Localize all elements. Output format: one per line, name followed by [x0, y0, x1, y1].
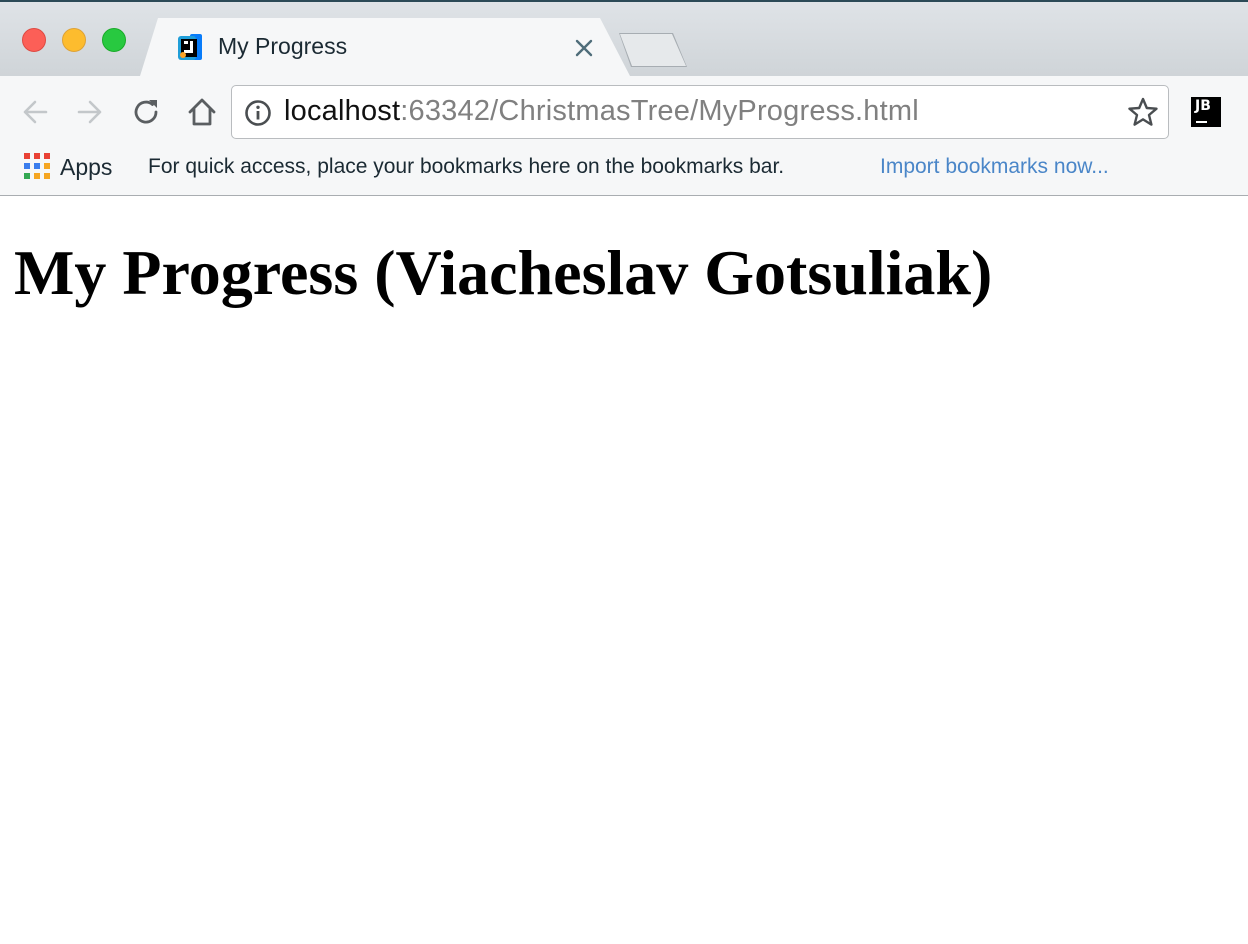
jb-underline [1196, 121, 1207, 123]
apps-shortcut[interactable]: Apps [60, 154, 112, 181]
jb-label: JB [1195, 98, 1211, 114]
import-bookmarks-link[interactable]: Import bookmarks now... [880, 155, 1109, 179]
tab-title: My Progress [218, 33, 348, 59]
arrow-right-icon[interactable] [75, 96, 105, 128]
url-path: :63342/ChristmasTree/MyProgress.html [400, 95, 919, 127]
star-icon[interactable] [1127, 96, 1159, 128]
arrow-left-icon[interactable] [20, 96, 50, 128]
active-tab[interactable] [140, 18, 630, 76]
close-icon[interactable] [570, 34, 598, 62]
jetbrains-ij-icon [178, 34, 202, 60]
info-icon[interactable] [244, 99, 272, 127]
bookmarks-hint: For quick access, place your bookmarks h… [148, 155, 785, 178]
url-text[interactable]: localhost:63342/ChristmasTree/MyProgress… [284, 95, 919, 128]
window-minimize-button[interactable] [62, 28, 86, 52]
home-icon[interactable] [187, 96, 217, 128]
apps-grid-icon[interactable] [24, 153, 51, 180]
url-host: localhost [284, 95, 401, 127]
page-title: My Progress (Viacheslav Gotsuliak) [14, 237, 993, 308]
window-close-button[interactable] [22, 28, 46, 52]
reload-icon[interactable] [131, 96, 161, 128]
window-zoom-button[interactable] [102, 28, 126, 52]
